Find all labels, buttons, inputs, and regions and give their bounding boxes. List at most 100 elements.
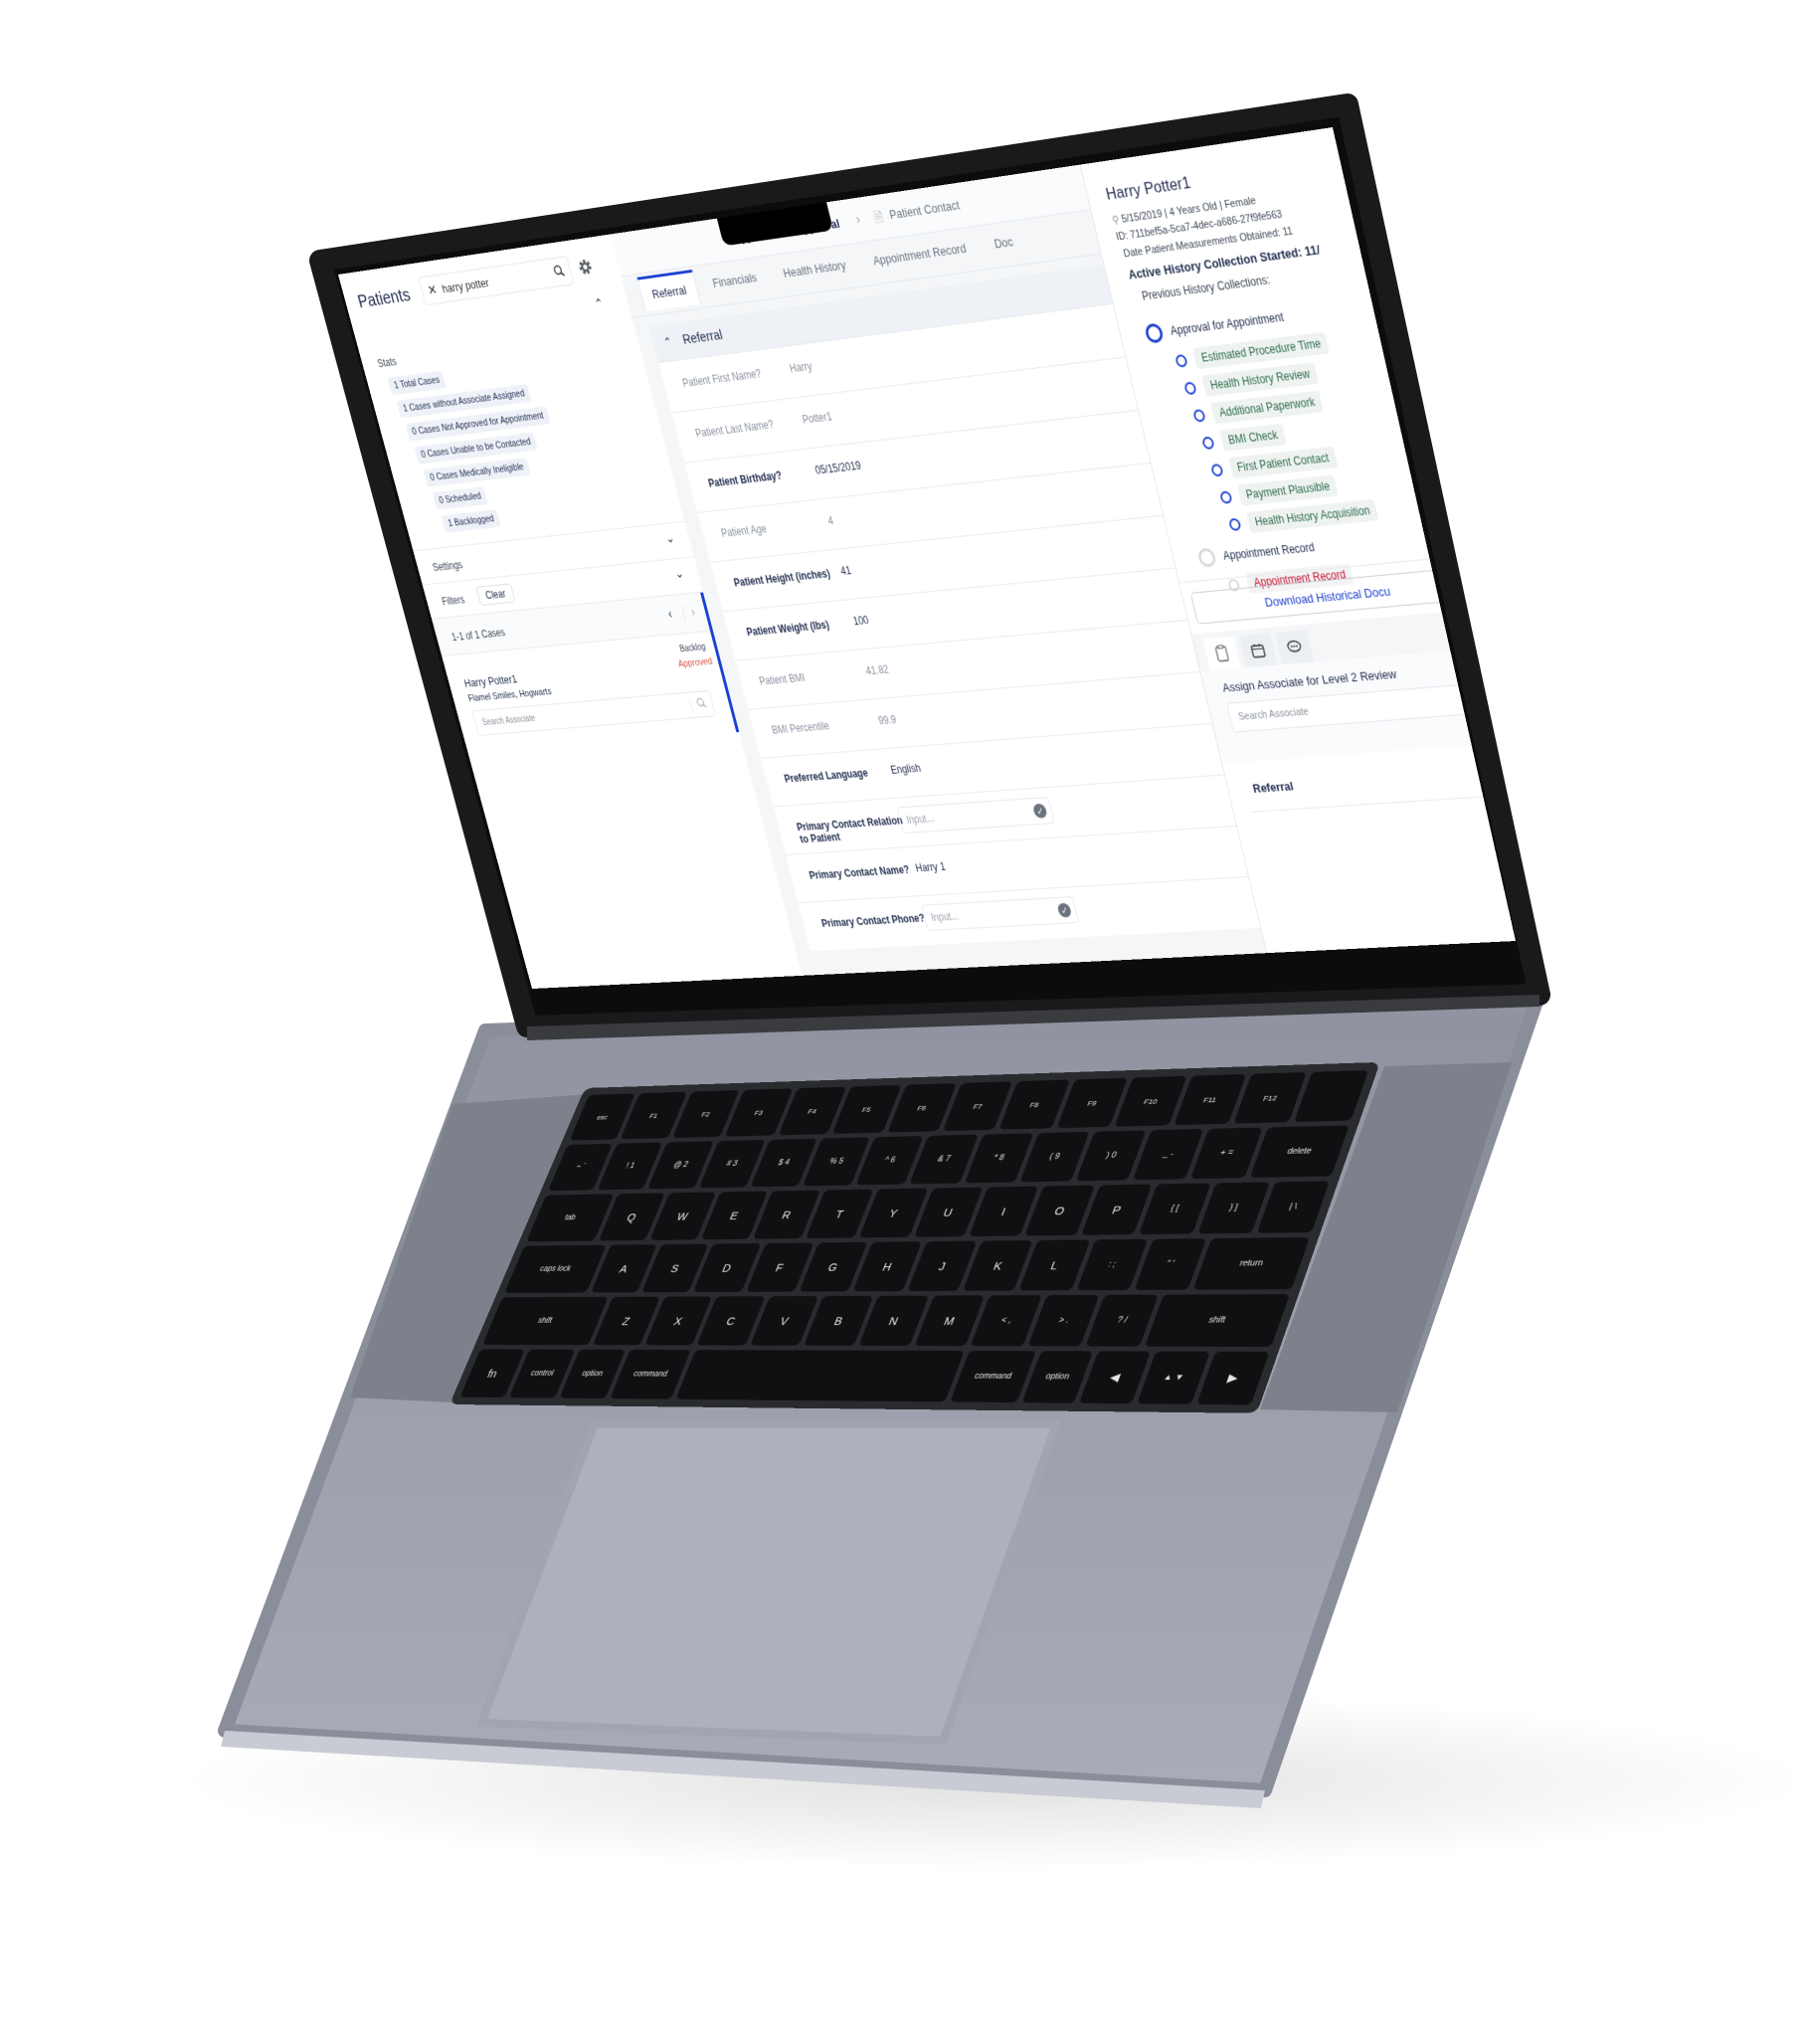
field-label: Patient Weight (lbs) — [745, 618, 831, 639]
progress-ring-icon — [1200, 436, 1215, 450]
input-placeholder: Input... — [929, 909, 961, 924]
stat-chip[interactable]: 0 Cases Medically Ineligible — [423, 458, 531, 487]
field-value: 41.82 — [864, 662, 890, 678]
field-value: Harry 1 — [914, 859, 947, 875]
key[interactable]: ▶ — [1195, 1351, 1270, 1405]
clear-filters-button[interactable]: Clear — [475, 583, 516, 606]
case-status: Backlog — [678, 642, 707, 654]
tab-financials[interactable]: Financials — [698, 260, 772, 303]
keyboard-row: caps lock A S D F G H J K L: ; " ' return — [504, 1236, 1311, 1293]
chevron-up-icon[interactable]: ⌃ — [662, 334, 674, 350]
case-approval-badge: Approved — [676, 655, 714, 670]
breadcrumb-step-2[interactable]: Patient Contact — [888, 198, 962, 222]
substep-label: Additional Paperwork — [1210, 390, 1325, 425]
next-page-button[interactable]: › — [681, 604, 697, 621]
search-associate-placeholder: Search Associate — [480, 713, 537, 728]
document-icon: 🗎 — [872, 208, 885, 226]
clear-search-icon[interactable]: ✕ — [426, 281, 440, 298]
key[interactable] — [675, 1350, 965, 1402]
pending-ring-icon — [1196, 547, 1218, 568]
progress-ring-icon — [1182, 381, 1197, 395]
progress-ring-icon — [1144, 322, 1166, 344]
field-label: Patient Birthday? — [706, 468, 784, 490]
prev-page-button[interactable]: ‹ — [666, 607, 673, 622]
workflow-substep[interactable]: BMI Check — [1200, 423, 1287, 454]
substep-label: BMI Check — [1219, 423, 1287, 452]
field-value: 99.9 — [876, 713, 898, 727]
chevron-down-icon[interactable]: ⌄ — [673, 566, 685, 582]
key[interactable]: shift — [481, 1296, 609, 1346]
filters-label: Filters — [441, 593, 466, 608]
field-label: Primary Contact Name? — [808, 863, 911, 882]
keyboard: esc F1 F2 F3 F4 F5 F6 F7 F8 F9 F10 F11 F12 ~ `! 1 @ 2 #… — [449, 1061, 1380, 1413]
workflow-step[interactable]: Appointment Record — [1196, 538, 1317, 568]
stat-chip[interactable]: 0 Scheduled — [432, 486, 488, 510]
key[interactable]: command — [950, 1350, 1036, 1403]
keyboard-row: fn control option command command option ◀ ▲ ▼ ▶ — [459, 1349, 1270, 1405]
search-value: harry potter — [440, 275, 490, 295]
key[interactable]: | \ — [1256, 1181, 1330, 1233]
stat-chip[interactable]: 1 Total Cases — [387, 370, 448, 396]
gear-icon[interactable] — [575, 256, 597, 282]
substep-label: Payment Plausible — [1237, 474, 1340, 506]
stats-label: Stats — [376, 355, 399, 370]
substep-label: Health History Acquisition — [1245, 498, 1379, 533]
collapse-stats-icon[interactable]: ⌃ — [593, 295, 605, 312]
field-label: BMI Percentile — [770, 719, 831, 737]
check-icon[interactable]: ✓ — [1031, 803, 1048, 819]
field-label: Primary Contact Relation to Patient — [795, 814, 904, 846]
breadcrumb-chevron-icon: › — [854, 211, 862, 227]
chat-icon[interactable] — [1274, 630, 1315, 665]
field-value: 100 — [851, 614, 870, 628]
assign-placeholder: Search Associate — [1237, 705, 1311, 723]
progress-ring-icon — [1174, 353, 1188, 368]
clipboard-icon[interactable] — [1202, 636, 1242, 671]
search-icon[interactable] — [688, 696, 714, 712]
patient-search-input[interactable]: ✕ harry potter — [418, 256, 575, 306]
key[interactable]: return — [1192, 1236, 1311, 1290]
keyboard-row: tab Q W E R T Y U I O P{ [} ] | \ — [526, 1181, 1330, 1242]
tab-health-history[interactable]: Health History — [769, 247, 861, 293]
field-value: English — [889, 761, 923, 777]
substep-label: First Patient Contact — [1228, 446, 1339, 479]
calendar-icon[interactable] — [1238, 633, 1278, 668]
progress-ring-icon — [1209, 463, 1224, 477]
stat-chip[interactable]: 1 Backlogged — [441, 509, 501, 533]
step-label: Appointment Record — [1221, 540, 1317, 563]
field-label: Preferred Language — [783, 766, 870, 786]
stats-list: 1 Total Cases 1 Cases without Associate A… — [387, 358, 576, 534]
field-label: Patient Last Name? — [693, 418, 776, 441]
field-value: 41 — [838, 564, 853, 578]
patient-name: Harry Potter1 — [1104, 172, 1192, 204]
field-input[interactable]: Input... ✓ — [896, 797, 1055, 835]
progress-ring-icon — [1218, 489, 1233, 504]
field-value: Harry — [788, 359, 814, 376]
field-label: Patient First Name? — [680, 367, 763, 390]
field-input[interactable]: Input... ✓ — [921, 896, 1080, 932]
tab-doc[interactable]: Doc — [980, 223, 1029, 265]
pagination-text: 1-1 of 1 Cases — [450, 626, 507, 644]
check-icon[interactable]: ✓ — [1056, 902, 1073, 918]
keyboard-row: shift Z X C V B N M < , > .? / shift — [481, 1294, 1291, 1348]
referral-label: Referral — [1251, 779, 1295, 796]
section-title: Referral — [680, 326, 725, 348]
laptop-screen: Patients ✕ harry potter ⌃ Stats 1 Total … — [338, 126, 1517, 990]
key[interactable]: delete — [1249, 1125, 1350, 1179]
field-label: Patient Height (inches) — [732, 567, 832, 590]
key[interactable]: caps lock — [504, 1244, 607, 1293]
step-label: Approval for Appointment — [1169, 309, 1286, 338]
case-location: Flamel Smiles, Hogwarts — [466, 686, 553, 704]
chevron-down-icon[interactable]: ⌄ — [663, 530, 675, 546]
tab-referral[interactable]: Referral — [636, 269, 702, 312]
field-label: Patient Age — [719, 522, 769, 540]
field-value: 05/15/2019 — [814, 459, 863, 477]
field-label: Primary Contact Phone? — [819, 911, 927, 930]
workflow-substep[interactable]: Payment Plausible — [1218, 474, 1340, 507]
progress-ring-icon — [1191, 408, 1206, 423]
key[interactable]: shift — [1145, 1294, 1291, 1348]
search-icon[interactable] — [552, 264, 566, 280]
progress-ring-icon — [1227, 517, 1242, 531]
key[interactable] — [1294, 1069, 1369, 1123]
case-patient-name: Harry Potter1 — [462, 671, 519, 690]
page-title: Patients — [355, 283, 413, 312]
